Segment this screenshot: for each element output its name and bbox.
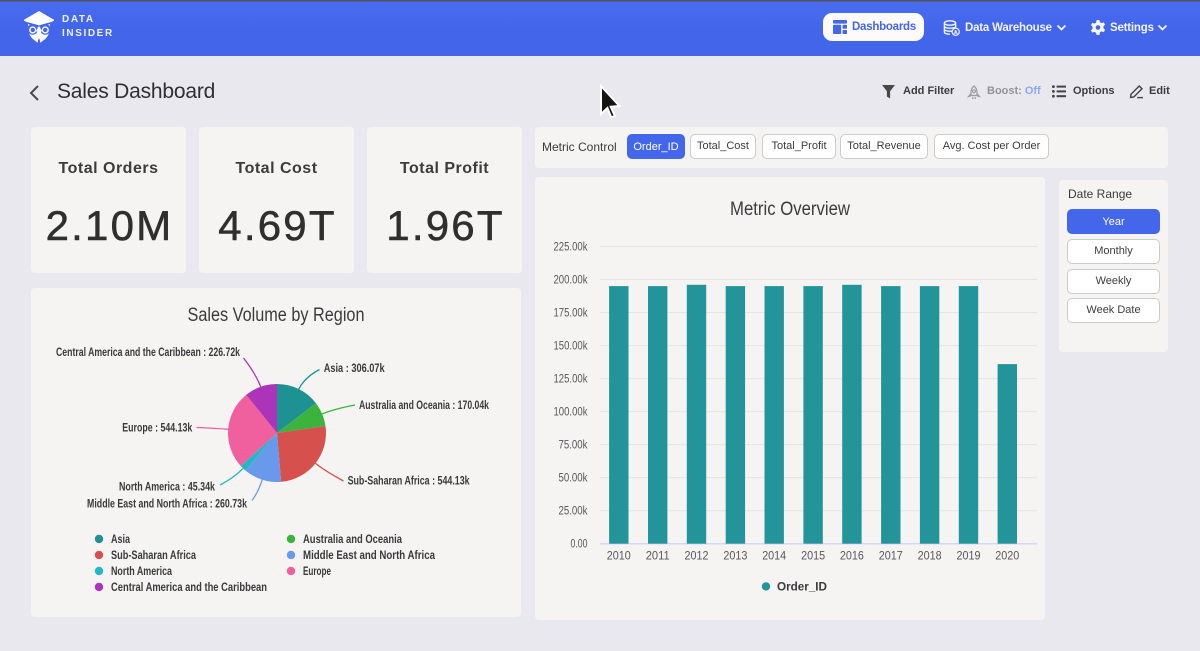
svg-text:Metric Overview: Metric Overview — [730, 199, 850, 220]
svg-text:Central America and the Caribb: Central America and the Caribbean — [111, 580, 267, 594]
svg-text:Asia: Asia — [111, 532, 130, 546]
svg-text:225.00k: 225.00k — [554, 242, 588, 254]
svg-text:175.00k: 175.00k — [554, 308, 588, 320]
svg-text:2015: 2015 — [801, 551, 825, 563]
svg-text:25.00k: 25.00k — [559, 506, 588, 518]
svg-text:125.00k: 125.00k — [554, 374, 588, 386]
svg-text:Middle East and North Africa :: Middle East and North Africa : 260.73k — [87, 497, 247, 511]
svg-text:Australia and Oceania: Australia and Oceania — [303, 532, 402, 546]
svg-text:Australia and Oceania : 170.04: Australia and Oceania : 170.04k — [359, 398, 489, 412]
svg-text:Middle East and North Africa: Middle East and North Africa — [303, 548, 435, 562]
svg-text:2011: 2011 — [646, 551, 670, 563]
svg-text:Asia : 306.07k: Asia : 306.07k — [324, 361, 385, 375]
svg-text:Sales Volume by Region: Sales Volume by Region — [188, 305, 365, 326]
svg-text:Sub-Saharan Africa : 544.13k: Sub-Saharan Africa : 544.13k — [348, 474, 470, 488]
svg-text:North America: North America — [111, 564, 172, 578]
svg-text:2019: 2019 — [957, 551, 981, 563]
svg-text:200.00k: 200.00k — [554, 275, 588, 287]
svg-text:2018: 2018 — [918, 551, 942, 563]
svg-text:North America : 45.34k: North America : 45.34k — [119, 480, 215, 494]
svg-text:2013: 2013 — [723, 551, 747, 563]
svg-text:2017: 2017 — [879, 551, 903, 563]
svg-text:Central America and the Caribb: Central America and the Caribbean : 226.… — [56, 345, 240, 359]
svg-text:100.00k: 100.00k — [554, 407, 588, 419]
svg-text:Sub-Saharan Africa: Sub-Saharan Africa — [111, 548, 196, 562]
svg-text:2014: 2014 — [762, 551, 787, 563]
svg-text:2020: 2020 — [995, 551, 1019, 563]
svg-text:Order_ID: Order_ID — [777, 580, 827, 594]
svg-text:2010: 2010 — [607, 551, 631, 563]
svg-text:0.00: 0.00 — [571, 539, 588, 551]
svg-text:50.00k: 50.00k — [559, 473, 588, 485]
svg-text:2012: 2012 — [685, 551, 709, 563]
svg-text:150.00k: 150.00k — [554, 341, 588, 353]
svg-text:Europe : 544.13k: Europe : 544.13k — [122, 421, 192, 435]
svg-text:Europe: Europe — [303, 564, 331, 578]
svg-text:75.00k: 75.00k — [559, 440, 588, 452]
svg-text:2016: 2016 — [840, 551, 864, 563]
